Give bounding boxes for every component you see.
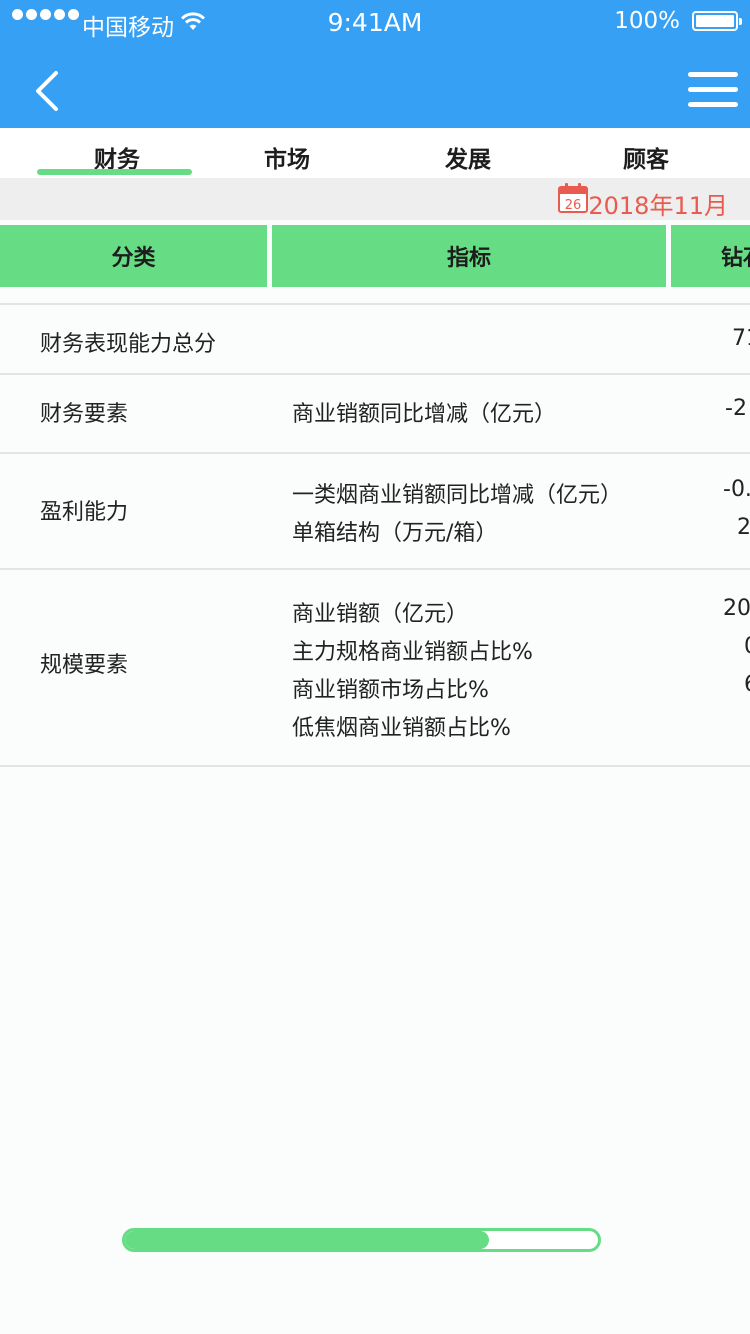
- row-indicator: 主力规格商业销额占比%: [292, 640, 533, 665]
- row-indicator: 一类烟商业销额同比增减（亿元）: [292, 483, 623, 508]
- row-divider: [0, 765, 750, 767]
- app-header: 中国移动 9:41AM 100%: [0, 0, 750, 128]
- status-bar: 中国移动 9:41AM 100%: [0, 0, 750, 44]
- row-category: 规模要素: [40, 653, 129, 678]
- row-category: 盈利能力: [40, 500, 129, 525]
- row-indicator: 单箱结构（万元/箱）: [292, 521, 498, 546]
- back-icon[interactable]: [34, 70, 62, 112]
- row-value: 71: [732, 326, 750, 351]
- row-divider: [0, 373, 750, 375]
- horizontal-scroll-bar[interactable]: [122, 1228, 601, 1252]
- row-indicator: 商业销额同比增减（亿元）: [292, 402, 557, 427]
- header-indicator: 指标: [272, 225, 666, 287]
- row-value: 0: [744, 634, 750, 659]
- active-tab-indicator: [37, 169, 192, 175]
- row-value: 20: [723, 596, 750, 621]
- row-value: -2: [725, 396, 747, 421]
- svg-text:26: 26: [565, 198, 582, 213]
- tab-market[interactable]: 市场: [207, 140, 367, 174]
- battery-percent: 100%: [614, 8, 680, 34]
- tab-customer[interactable]: 顾客: [566, 140, 726, 174]
- date-selector[interactable]: 2018年11月: [588, 186, 728, 221]
- hamburger-menu-icon[interactable]: [688, 72, 738, 108]
- row-category: 财务表现能力总分: [40, 332, 217, 357]
- row-value: -0.: [723, 477, 750, 502]
- header-diamond: 钻石: [671, 225, 750, 287]
- row-divider: [0, 452, 750, 454]
- row-divider: [0, 568, 750, 570]
- row-value: 2: [737, 515, 750, 540]
- row-indicator: 低焦烟商业销额占比%: [292, 716, 511, 741]
- header-category: 分类: [0, 225, 267, 287]
- row-value: 6: [744, 672, 750, 697]
- battery-icon: [692, 11, 742, 31]
- scroll-thumb[interactable]: [125, 1231, 490, 1249]
- row-indicator: 商业销额（亿元）: [292, 602, 469, 627]
- row-divider: [0, 303, 750, 305]
- calendar-icon[interactable]: 26: [557, 182, 589, 214]
- row-category: 财务要素: [40, 402, 129, 427]
- row-indicator: 商业销额市场占比%: [292, 678, 489, 703]
- tab-development[interactable]: 发展: [388, 140, 548, 174]
